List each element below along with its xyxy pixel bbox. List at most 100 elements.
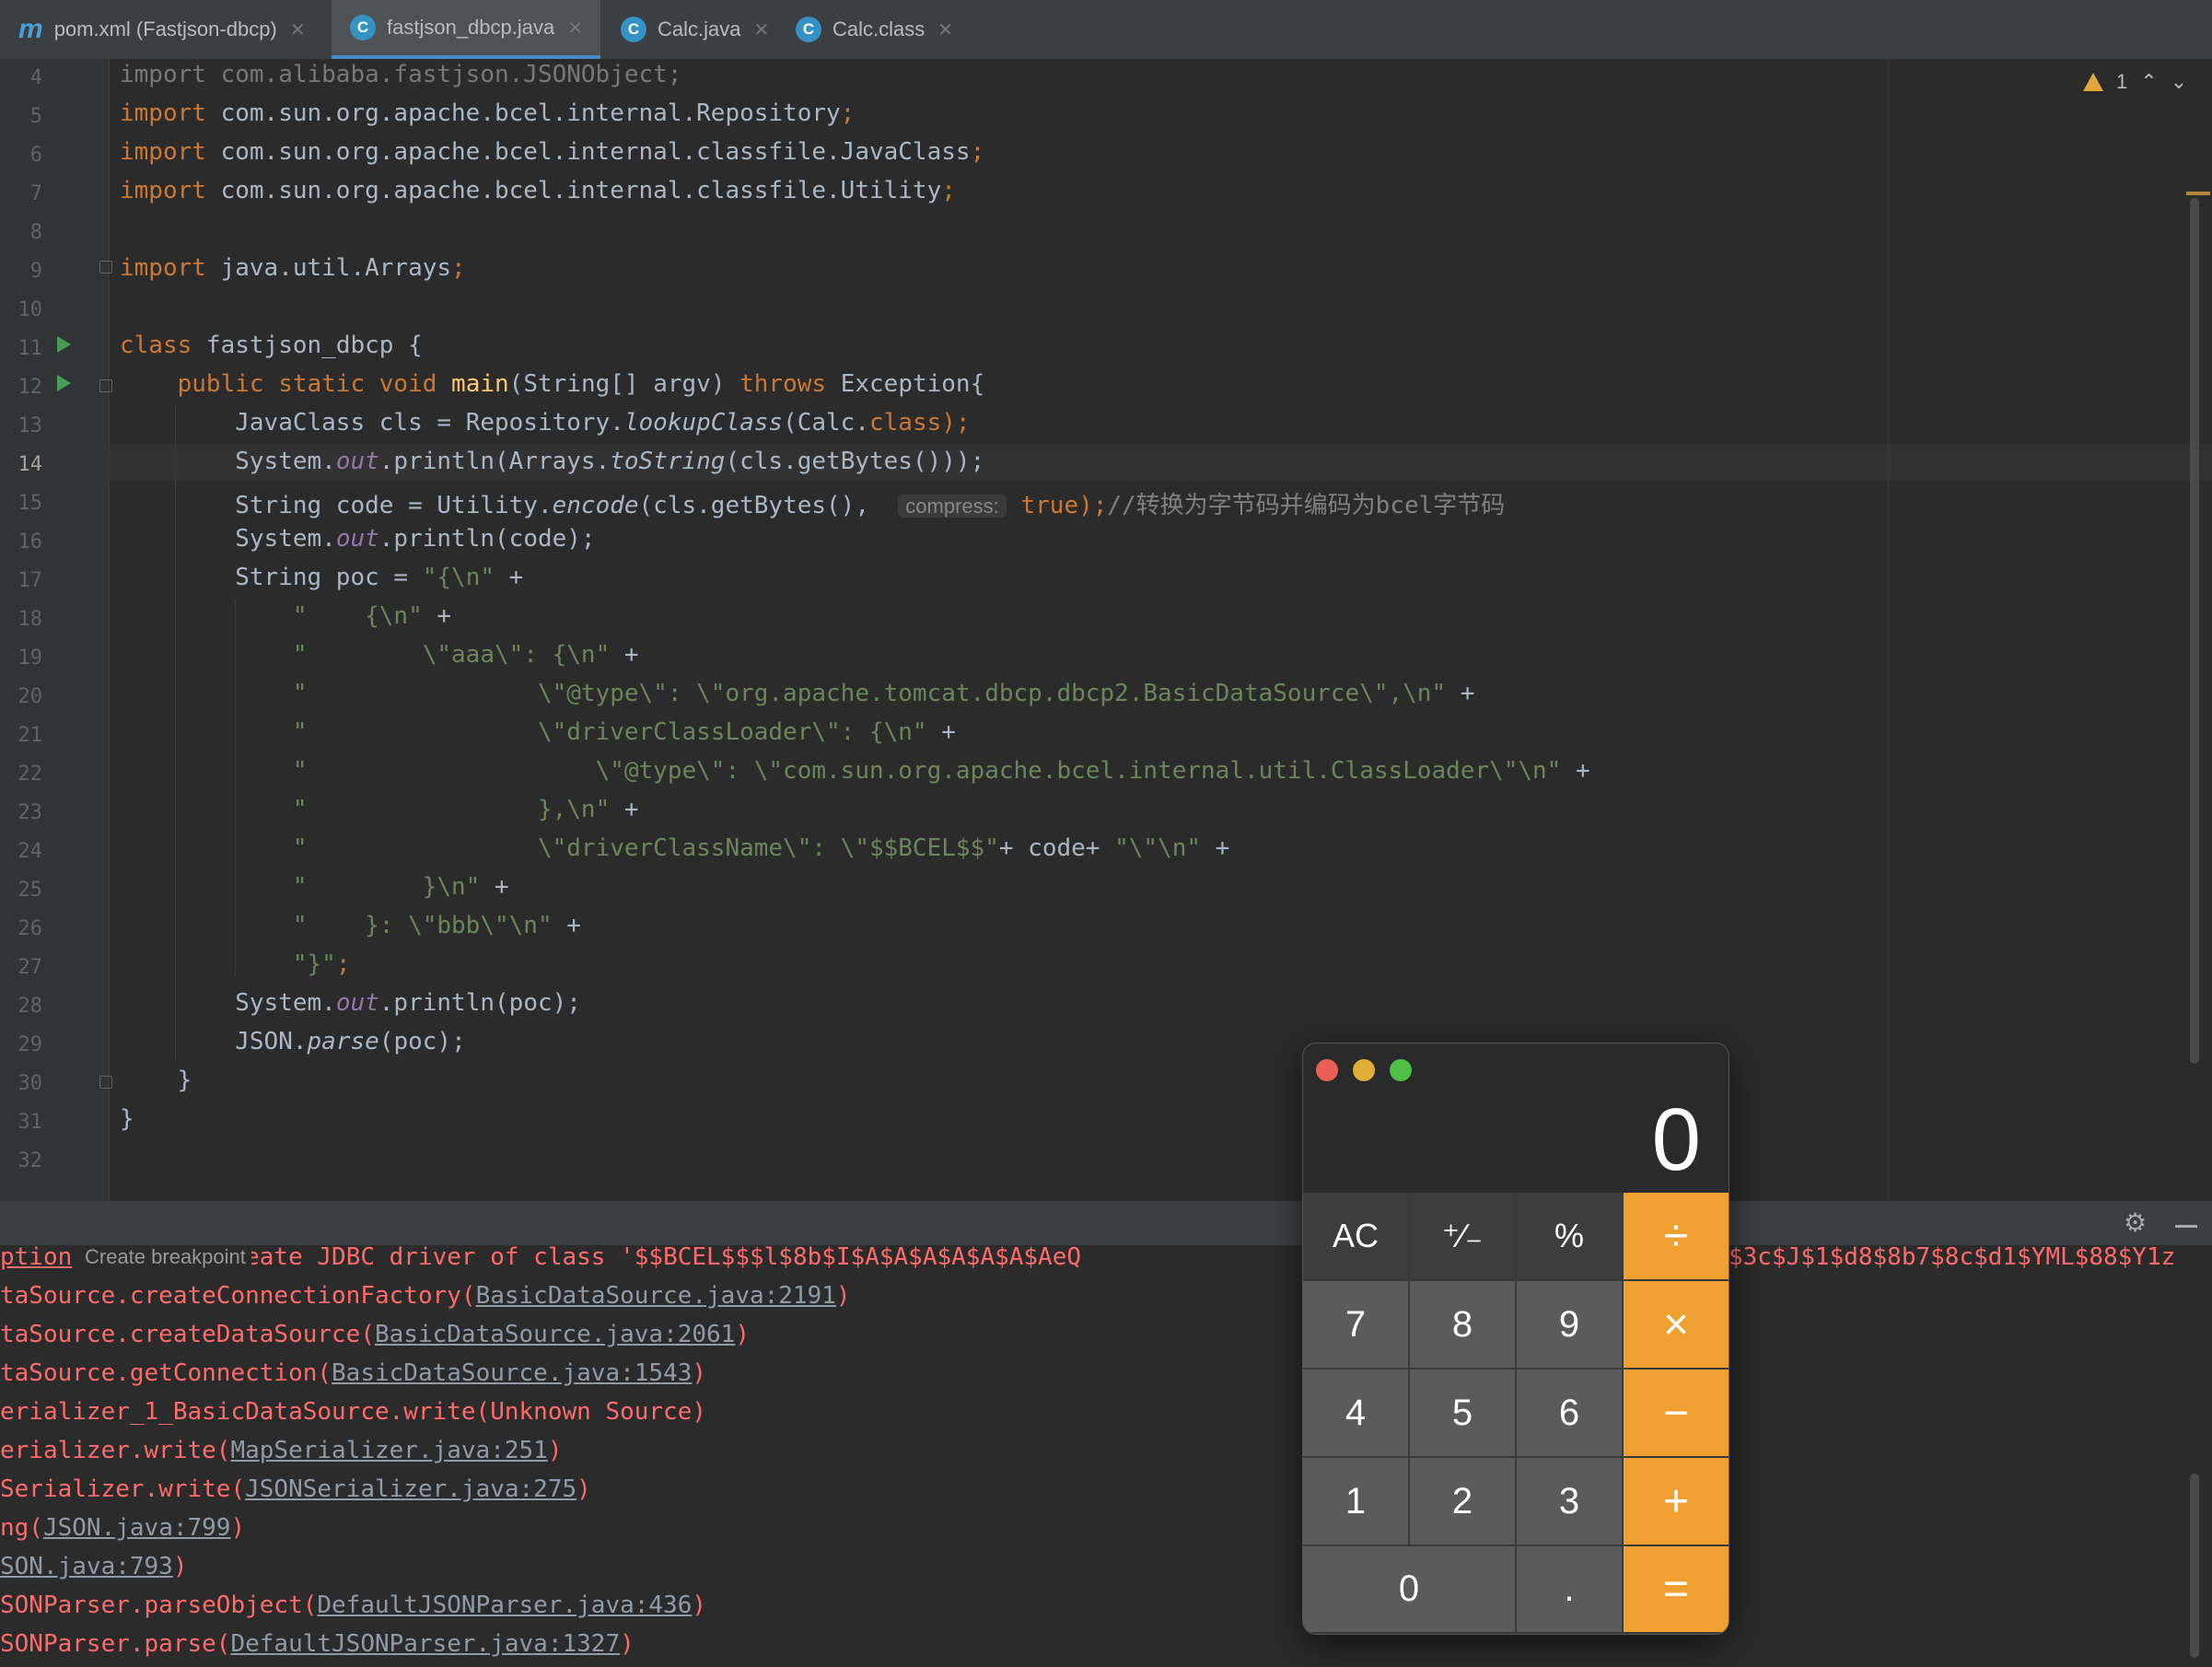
- run-icon[interactable]: [57, 336, 71, 353]
- zoom-window-button[interactable]: [1390, 1059, 1412, 1081]
- editor-scrollbar[interactable]: [2190, 198, 2199, 1064]
- digit-1-button[interactable]: 1: [1303, 1458, 1410, 1546]
- stack-trace-end: ): [835, 1282, 851, 1310]
- line-number[interactable]: 30: [0, 1072, 43, 1095]
- stack-trace-line: SONParser.parseObject(DefaultJSONParser.…: [0, 1591, 706, 1619]
- code-line-24: " \"driverClassName\": \"$$BCEL$$"+ code…: [292, 834, 1230, 862]
- tab-calc-class[interactable]: C Calc.class ✕: [777, 0, 965, 59]
- java-class-icon: C: [350, 15, 376, 41]
- tab-fastjson-dbcp-java[interactable]: C fastjson_dbcp.java ✕: [332, 0, 600, 59]
- warning-stripe[interactable]: [2186, 192, 2210, 195]
- line-number[interactable]: 31: [0, 1111, 43, 1134]
- source-link[interactable]: DefaultJSONParser.java:1327: [230, 1630, 620, 1658]
- line-number[interactable]: 11: [0, 337, 43, 360]
- chevron-down-icon[interactable]: ⌄: [2171, 70, 2187, 94]
- line-number[interactable]: 25: [0, 879, 43, 902]
- close-icon[interactable]: ✕: [567, 17, 583, 40]
- line-number[interactable]: 7: [0, 182, 42, 205]
- line-number[interactable]: 13: [0, 414, 43, 437]
- minimize-window-button[interactable]: [1353, 1059, 1375, 1081]
- subtract-button[interactable]: −: [1624, 1370, 1729, 1458]
- divide-button[interactable]: ÷: [1624, 1193, 1729, 1281]
- digit-9-button[interactable]: 9: [1517, 1281, 1624, 1370]
- close-window-button[interactable]: [1316, 1059, 1338, 1081]
- source-link[interactable]: DefaultJSONParser.java:436: [317, 1591, 692, 1619]
- code-line-14: System.out.println(Arrays.toString(cls.g…: [235, 448, 985, 475]
- stack-trace-end: ): [230, 1514, 246, 1542]
- line-number[interactable]: 28: [0, 995, 43, 1018]
- decimal-button[interactable]: .: [1517, 1546, 1624, 1634]
- tab-calc-java[interactable]: C Calc.java ✕: [602, 0, 775, 59]
- fold-icon[interactable]: [99, 379, 112, 392]
- stack-trace-text: taSource.createDataSource(: [0, 1321, 375, 1348]
- stack-trace-text: SONParser.parse(: [0, 1630, 231, 1658]
- code-line-20: " \"@type\": \"org.apache.tomcat.dbcp.db…: [292, 680, 1475, 707]
- warning-count: 1: [2116, 70, 2128, 93]
- stack-trace-text: SONParser.parseObject(: [0, 1591, 318, 1619]
- line-number[interactable]: 21: [0, 724, 43, 747]
- line-number[interactable]: 18: [0, 608, 43, 631]
- line-number[interactable]: 17: [0, 569, 43, 592]
- calculator-window[interactable]: 0 AC ⁺∕₋ % ÷ 7 8 9 × 4 5 6 − 1 2 3 + 0 .…: [1303, 1043, 1729, 1634]
- tab-pom-xml[interactable]: m pom.xml (Fastjson-dbcp) ✕: [0, 0, 330, 59]
- line-number[interactable]: 22: [0, 763, 43, 786]
- close-icon[interactable]: ✕: [290, 18, 306, 41]
- chevron-up-icon[interactable]: ⌃: [2140, 70, 2157, 94]
- code-line-9: import java.util.Arrays;: [120, 254, 466, 282]
- minimize-icon[interactable]: [2175, 1225, 2197, 1228]
- line-number[interactable]: 16: [0, 530, 43, 554]
- run-icon[interactable]: [57, 375, 71, 391]
- stack-trace-text: erializer_1_BasicDataSource.write(Unknow…: [0, 1398, 707, 1426]
- digit-7-button[interactable]: 7: [1303, 1281, 1410, 1370]
- source-link[interactable]: SON.java:793: [0, 1553, 173, 1580]
- fold-icon[interactable]: [99, 261, 112, 274]
- line-number[interactable]: 4: [0, 66, 42, 89]
- source-link[interactable]: MapSerializer.java:251: [230, 1437, 547, 1464]
- clear-button[interactable]: AC: [1303, 1193, 1410, 1281]
- source-link[interactable]: BasicDataSource.java:2191: [476, 1282, 836, 1310]
- source-link[interactable]: JSON.java:799: [43, 1514, 231, 1542]
- source-link[interactable]: JSONSerializer.java:275: [245, 1475, 576, 1503]
- line-gutter[interactable]: 4 5 6 7 8 9 10 11 12 13 14 15 16 17 18 19 20 21 22 23 24 25 26…: [0, 59, 110, 1201]
- code-line-19: " \"aaa\": {\n" +: [292, 641, 639, 669]
- digit-5-button[interactable]: 5: [1410, 1370, 1517, 1458]
- line-number[interactable]: 5: [0, 105, 42, 128]
- digit-6-button[interactable]: 6: [1517, 1370, 1624, 1458]
- line-number[interactable]: 9: [0, 260, 42, 283]
- inspection-widget[interactable]: 1 ⌃ ⌄: [2083, 70, 2187, 94]
- close-icon[interactable]: ✕: [937, 18, 953, 41]
- console-toolbar: [0, 1201, 2212, 1245]
- line-number[interactable]: 12: [0, 376, 43, 399]
- multiply-button[interactable]: ×: [1624, 1281, 1729, 1370]
- fold-icon[interactable]: [99, 1076, 112, 1089]
- line-number[interactable]: 32: [0, 1149, 43, 1172]
- percent-button[interactable]: %: [1517, 1193, 1624, 1281]
- gear-icon[interactable]: ⚙: [2124, 1210, 2147, 1236]
- line-number[interactable]: 20: [0, 685, 43, 708]
- line-number[interactable]: 19: [0, 647, 43, 670]
- digit-4-button[interactable]: 4: [1303, 1370, 1410, 1458]
- line-number[interactable]: 15: [0, 492, 43, 515]
- code-line-13: JavaClass cls = Repository.lookupClass(C…: [235, 409, 971, 437]
- line-number[interactable]: 26: [0, 917, 43, 940]
- digit-2-button[interactable]: 2: [1410, 1458, 1517, 1546]
- java-class-icon: C: [621, 17, 646, 42]
- sign-toggle-button[interactable]: ⁺∕₋: [1410, 1193, 1517, 1281]
- line-number[interactable]: 24: [0, 840, 43, 863]
- digit-0-button[interactable]: 0: [1303, 1546, 1517, 1634]
- digit-3-button[interactable]: 3: [1517, 1458, 1624, 1546]
- line-number[interactable]: 29: [0, 1033, 43, 1056]
- source-link[interactable]: BasicDataSource.java:1543: [332, 1359, 692, 1387]
- add-button[interactable]: +: [1624, 1458, 1729, 1546]
- line-number[interactable]: 8: [0, 221, 42, 244]
- source-link[interactable]: BasicDataSource.java:2061: [375, 1321, 735, 1348]
- equals-button[interactable]: =: [1624, 1546, 1729, 1634]
- line-number[interactable]: 27: [0, 956, 43, 979]
- close-icon[interactable]: ✕: [753, 18, 769, 41]
- line-number[interactable]: 6: [0, 144, 42, 167]
- line-number[interactable]: 10: [0, 298, 43, 321]
- line-number[interactable]: 14: [0, 453, 43, 476]
- console-scrollbar[interactable]: [2190, 1474, 2199, 1658]
- digit-8-button[interactable]: 8: [1410, 1281, 1517, 1370]
- line-number[interactable]: 23: [0, 801, 43, 824]
